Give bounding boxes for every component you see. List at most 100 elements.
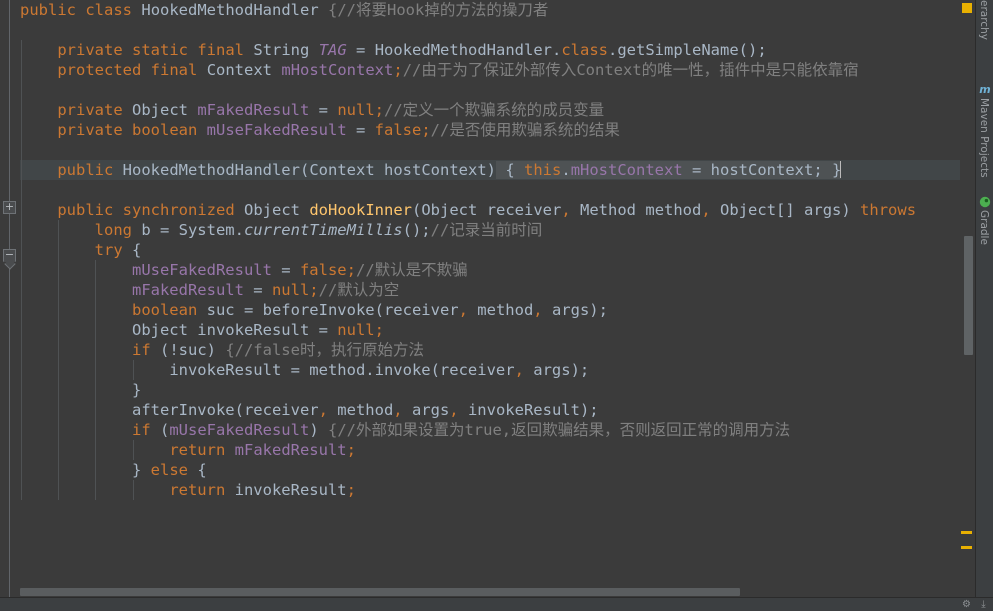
code-token: private <box>57 41 123 59</box>
code-line[interactable]: if (!suc) {//false时，执行原始方法 <box>20 340 960 360</box>
code-token: mUseFakedResult <box>206 121 347 139</box>
code-token: class <box>85 1 133 19</box>
code-line[interactable] <box>20 140 960 160</box>
code-editor[interactable]: + − public class HookedMethodHandler {//… <box>0 0 975 597</box>
memory-indicator-icon[interactable]: ⤓ <box>978 599 989 610</box>
indent-guide <box>21 320 22 340</box>
code-line[interactable]: invokeResult = method.invoke(receiver, a… <box>20 360 960 380</box>
code-line[interactable]: boolean suc = beforeInvoke(receiver, met… <box>20 300 960 320</box>
code-content[interactable]: public class HookedMethodHandler {//将要Ho… <box>20 0 960 500</box>
right-tool-window-bar[interactable]: erarchy m Maven Projects Gradle <box>975 0 993 597</box>
indent-guide <box>21 440 22 460</box>
code-line[interactable] <box>20 20 960 40</box>
code-line[interactable]: Object invokeResult = null; <box>20 320 960 340</box>
code-viewport[interactable]: public class HookedMethodHandler {//将要Ho… <box>20 0 960 586</box>
code-token <box>496 161 506 179</box>
code-token: synchronized <box>122 201 235 219</box>
code-line[interactable]: public synchronized Object doHookInner(O… <box>20 200 960 220</box>
code-line[interactable]: if (mUseFakedResult) {//外部如果设置为true,返回欺骗… <box>20 420 960 440</box>
indent-guide <box>21 380 22 400</box>
code-comment: //默认是不欺骗 <box>355 261 468 279</box>
vertical-scrollbar[interactable] <box>962 0 973 586</box>
code-token: (); <box>402 221 431 239</box>
code-token: Object <box>244 201 300 219</box>
code-token: Context <box>206 61 273 79</box>
gradle-elephant-icon <box>979 196 991 208</box>
code-line[interactable]: mFakedResult = null;//默认为空 <box>20 280 960 300</box>
code-token: hostContext <box>384 161 487 179</box>
code-token: null <box>271 281 310 299</box>
code-token: ( <box>299 161 310 179</box>
code-token: .getSimpleName(); <box>608 41 767 59</box>
code-line[interactable]: try { <box>20 240 960 260</box>
indent-guide <box>95 440 97 460</box>
code-line[interactable]: mUseFakedResult = false;//默认是不欺骗 <box>20 260 960 280</box>
code-token: , <box>393 401 412 419</box>
indent-guide <box>58 440 60 460</box>
code-line[interactable]: afterInvoke(receiver, method, args, invo… <box>20 400 960 420</box>
code-line[interactable]: return mFakedResult; <box>20 440 960 460</box>
horizontal-scrollbar-thumb[interactable] <box>20 588 740 596</box>
indent-guide <box>21 200 22 220</box>
background-tasks-icon[interactable]: ⚙ <box>961 599 972 610</box>
code-line[interactable] <box>20 180 960 200</box>
indent-guide <box>58 480 60 500</box>
code-token: args); <box>533 361 590 379</box>
code-token: { <box>122 241 142 259</box>
vertical-scrollbar-thumb[interactable] <box>964 236 973 355</box>
code-token: Object <box>421 201 478 219</box>
fold-collapse-marker[interactable]: − <box>3 249 16 262</box>
indent-guide <box>21 60 22 80</box>
code-line[interactable]: } <box>20 380 960 400</box>
code-token: ; <box>346 481 356 499</box>
code-line[interactable]: long b = System.currentTimeMillis();//记录… <box>20 220 960 240</box>
code-token: method <box>645 201 702 219</box>
code-token: { <box>187 461 207 479</box>
code-token: public <box>57 161 114 179</box>
editor-gutter[interactable]: + − <box>0 0 20 597</box>
code-token: doHookInner <box>309 201 412 219</box>
code-token: ) <box>309 421 328 439</box>
code-line[interactable]: private Object mFakedResult = null;//定义一… <box>20 100 960 120</box>
code-line[interactable]: private static final String TAG = Hooked… <box>20 40 960 60</box>
code-line[interactable]: protected final Context mHostContext;//由… <box>20 60 960 80</box>
code-token: if <box>131 421 151 439</box>
code-token: return <box>169 441 226 459</box>
indent-guide <box>21 100 22 120</box>
code-token: , <box>458 301 478 319</box>
indent-guide <box>132 480 134 500</box>
indent-guide <box>95 380 97 400</box>
code-line[interactable]: private boolean mUseFakedResult = false;… <box>20 120 960 140</box>
indent-guide <box>95 460 97 480</box>
code-token: String <box>253 41 310 59</box>
code-token: HookedMethodHandler <box>141 1 319 19</box>
code-line[interactable] <box>20 80 960 100</box>
status-bar-icon-group: ⚙ ⤓ <box>961 599 989 610</box>
fold-expand-marker[interactable]: + <box>3 201 16 214</box>
code-line[interactable]: public class HookedMethodHandler {//将要Ho… <box>20 0 960 20</box>
code-token: receiver <box>486 201 562 219</box>
horizontal-scrollbar[interactable] <box>20 586 960 597</box>
code-line[interactable]: public HookedMethodHandler(Context hostC… <box>20 160 960 180</box>
code-line[interactable]: } else { <box>20 460 960 480</box>
indent-guide <box>21 480 22 500</box>
code-line[interactable]: return invokeResult; <box>20 480 960 500</box>
indent-guide <box>21 180 22 200</box>
code-token: { <box>505 161 525 179</box>
indent-guide <box>21 340 22 360</box>
indent-guide <box>95 280 97 300</box>
indent-guide <box>95 260 97 280</box>
maven-icon: m <box>979 83 991 96</box>
